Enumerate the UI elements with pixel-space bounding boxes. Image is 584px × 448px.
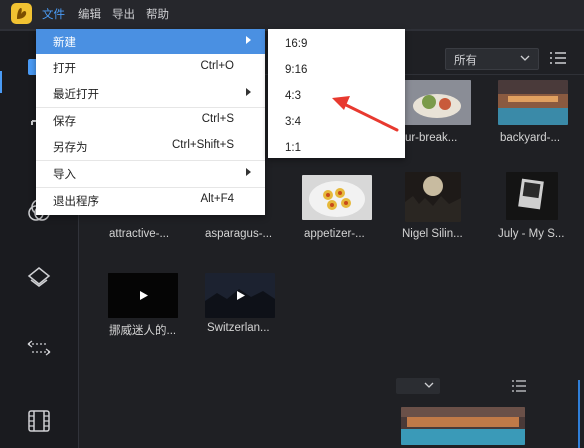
menu-item-shortcut: Ctrl+O xyxy=(200,60,234,72)
filter-dropdown[interactable]: 所有 xyxy=(445,48,539,70)
aspect-16-9[interactable]: 16:9 xyxy=(285,38,307,50)
menu-item-shortcut: Ctrl+S xyxy=(201,113,234,125)
menu-file[interactable]: 文件 xyxy=(42,6,65,22)
aspect-9-16[interactable]: 9:16 xyxy=(285,64,307,76)
menu-item-recent[interactable]: 最近打开 xyxy=(36,81,265,106)
menu-help[interactable]: 帮助 xyxy=(146,6,169,22)
list-view-icon[interactable] xyxy=(549,50,567,66)
media-caption: July - My S... xyxy=(498,228,565,240)
menu-item-label: 新建 xyxy=(53,37,76,49)
thumbnail[interactable] xyxy=(205,273,275,318)
chevron-down-icon xyxy=(424,382,434,388)
thumbnail[interactable] xyxy=(108,273,178,318)
menu-item-label: 导入 xyxy=(53,169,76,181)
secondary-dropdown[interactable] xyxy=(396,378,440,394)
thumbnail[interactable] xyxy=(302,175,372,220)
preview-thumbnail[interactable] xyxy=(401,407,525,445)
layers-icon[interactable] xyxy=(22,265,56,295)
thumbnail[interactable] xyxy=(498,80,568,125)
app-logo-icon xyxy=(11,3,32,24)
chevron-down-icon xyxy=(520,55,530,61)
play-icon xyxy=(205,273,275,318)
thumbnail[interactable] xyxy=(401,80,471,125)
media-caption: backyard-... xyxy=(500,132,561,144)
menu-export[interactable]: 导出 xyxy=(112,6,135,22)
menu-item-save[interactable]: 保存 Ctrl+S xyxy=(36,108,265,133)
media-caption: asparagus-... xyxy=(205,228,273,240)
menu-item-label: 保存 xyxy=(53,116,76,128)
play-icon xyxy=(108,273,178,318)
aspect-4-3[interactable]: 4:3 xyxy=(285,90,301,102)
thumbnail[interactable] xyxy=(405,172,461,222)
menu-item-label: 另存为 xyxy=(53,142,88,154)
menu-item-shortcut: Ctrl+Shift+S xyxy=(172,139,234,151)
menu-item-open[interactable]: 打开 Ctrl+O xyxy=(36,55,265,80)
menu-item-exit[interactable]: 退出程序 Alt+F4 xyxy=(36,188,265,213)
media-caption: Nigel Silin... xyxy=(402,228,463,240)
media-caption: 挪威迷人的... xyxy=(109,325,177,337)
menu-item-label: 最近打开 xyxy=(53,89,99,101)
menu-item-new[interactable]: 新建 xyxy=(36,29,265,54)
submenu-arrow-icon xyxy=(246,88,251,96)
submenu-arrow-icon xyxy=(246,168,251,176)
thumbnail[interactable] xyxy=(506,172,558,220)
file-menu-dropdown: 新建 打开 Ctrl+O 最近打开 保存 Ctrl+S 另存为 Ctrl+Shi… xyxy=(36,29,265,215)
transition-icon[interactable] xyxy=(22,337,56,367)
new-aspect-ratio-submenu: 16:9 9:16 4:3 3:4 1:1 xyxy=(268,29,405,158)
menu-bar: 文件 编辑 导出 帮助 xyxy=(0,0,584,29)
menu-item-label: 退出程序 xyxy=(53,196,99,208)
list-view-icon[interactable] xyxy=(511,379,527,393)
media-caption: Switzerlan... xyxy=(207,322,270,334)
menu-edit[interactable]: 编辑 xyxy=(78,6,101,22)
media-caption: blur-break... xyxy=(396,132,458,144)
submenu-arrow-icon xyxy=(246,36,251,44)
media-caption: appetizer-... xyxy=(304,228,365,240)
aspect-1-1[interactable]: 1:1 xyxy=(285,142,301,154)
sidebar-active-indicator xyxy=(0,71,2,93)
menu-item-import[interactable]: 导入 xyxy=(36,161,265,186)
menu-item-label: 打开 xyxy=(53,63,76,75)
menu-item-save-as[interactable]: 另存为 Ctrl+Shift+S xyxy=(36,134,265,159)
menu-item-shortcut: Alt+F4 xyxy=(200,193,234,205)
scroll-indicator[interactable] xyxy=(578,380,580,448)
film-icon[interactable] xyxy=(22,409,56,439)
filter-value: 所有 xyxy=(454,55,477,67)
aspect-3-4[interactable]: 3:4 xyxy=(285,116,301,128)
media-caption: attractive-... xyxy=(109,228,170,240)
